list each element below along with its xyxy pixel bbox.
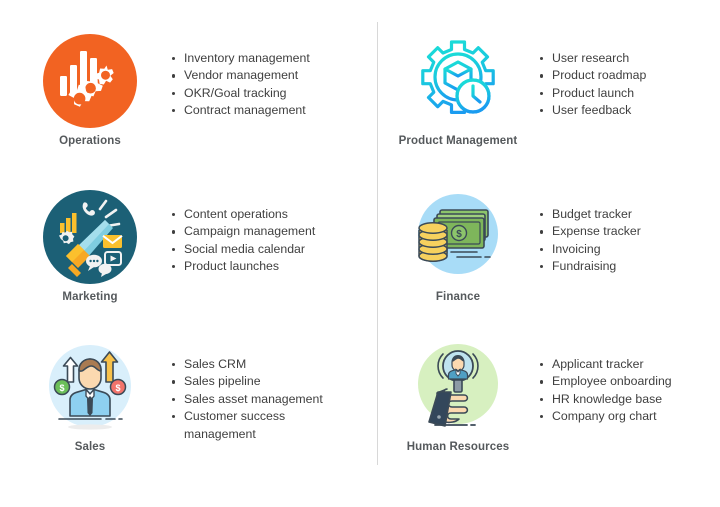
- card-operations-icon-wrap: Operations: [30, 34, 150, 147]
- card-sales-icon-wrap: $ $ Sales: [30, 340, 150, 453]
- list-item: Campaign management: [172, 223, 315, 240]
- list-item: Expense tracker: [540, 223, 641, 240]
- card-finance-label: Finance: [435, 291, 481, 303]
- functions-overview-board: Operations Inventory management Vendor m…: [0, 0, 720, 507]
- card-product-management-label: Product Management: [398, 135, 518, 147]
- sales-businessman-arrows-icon: $ $: [43, 340, 137, 434]
- list-item: Social media calendar: [172, 241, 315, 258]
- card-marketing: Marketing Content operations Campaign ma…: [30, 190, 315, 303]
- list-item: Content operations: [172, 206, 315, 223]
- card-finance: $ Finance Budget tracker Expense tracker…: [398, 190, 641, 303]
- marketing-megaphone-icon: [43, 190, 137, 284]
- list-item: HR knowledge base: [540, 391, 672, 408]
- svg-text:$: $: [456, 229, 462, 240]
- list-item: Budget tracker: [540, 206, 641, 223]
- list-item: OKR/Goal tracking: [172, 85, 310, 102]
- list-item: Customer success management: [172, 408, 323, 443]
- list-item: Employee onboarding: [540, 373, 672, 390]
- operations-bar-chart-gears-icon: [43, 34, 137, 128]
- list-item: Sales asset management: [172, 391, 323, 408]
- list-item: Product launches: [172, 258, 315, 275]
- card-marketing-list: Content operations Campaign management S…: [150, 190, 315, 276]
- card-product-management: Product Management User research Product…: [398, 34, 646, 147]
- list-item: Sales CRM: [172, 356, 323, 373]
- card-marketing-label: Marketing: [62, 291, 118, 303]
- card-human-resources-label: Human Resources: [406, 441, 510, 453]
- card-product-management-list: User research Product roadmap Product la…: [518, 34, 646, 120]
- card-marketing-icon-wrap: Marketing: [30, 190, 150, 303]
- card-sales: $ $ Sales Sales CRM Sales pipeline Sales…: [30, 340, 323, 453]
- card-product-management-icon-wrap: Product Management: [398, 34, 518, 147]
- svg-text:$: $: [115, 383, 120, 393]
- list-item: Inventory management: [172, 50, 310, 67]
- card-sales-label: Sales: [74, 441, 106, 453]
- card-operations: Operations Inventory management Vendor m…: [30, 34, 310, 147]
- list-item: Product roadmap: [540, 67, 646, 84]
- list-item: Contract management: [172, 102, 310, 119]
- svg-text:$: $: [59, 383, 64, 393]
- list-item: Company org chart: [540, 408, 672, 425]
- card-operations-list: Inventory management Vendor management O…: [150, 34, 310, 120]
- column-divider: [377, 22, 378, 465]
- card-human-resources-icon-wrap: Human Resources: [398, 340, 518, 453]
- card-finance-icon-wrap: $ Finance: [398, 190, 518, 303]
- list-item: Sales pipeline: [172, 373, 323, 390]
- finance-money-coins-icon: $: [411, 190, 505, 284]
- list-item: User research: [540, 50, 646, 67]
- card-finance-list: Budget tracker Expense tracker Invoicing…: [518, 190, 641, 276]
- card-sales-list: Sales CRM Sales pipeline Sales asset man…: [150, 340, 323, 443]
- list-item: Vendor management: [172, 67, 310, 84]
- list-item: Fundraising: [540, 258, 641, 275]
- list-item: User feedback: [540, 102, 646, 119]
- card-operations-label: Operations: [59, 135, 121, 147]
- list-item: Invoicing: [540, 241, 641, 258]
- card-human-resources: Human Resources Applicant tracker Employ…: [398, 340, 672, 453]
- list-item: Applicant tracker: [540, 356, 672, 373]
- list-item: Product launch: [540, 85, 646, 102]
- product-gear-box-clock-icon: [411, 34, 505, 128]
- hr-hand-magnifier-person-icon: [411, 340, 505, 434]
- card-human-resources-list: Applicant tracker Employee onboarding HR…: [518, 340, 672, 426]
